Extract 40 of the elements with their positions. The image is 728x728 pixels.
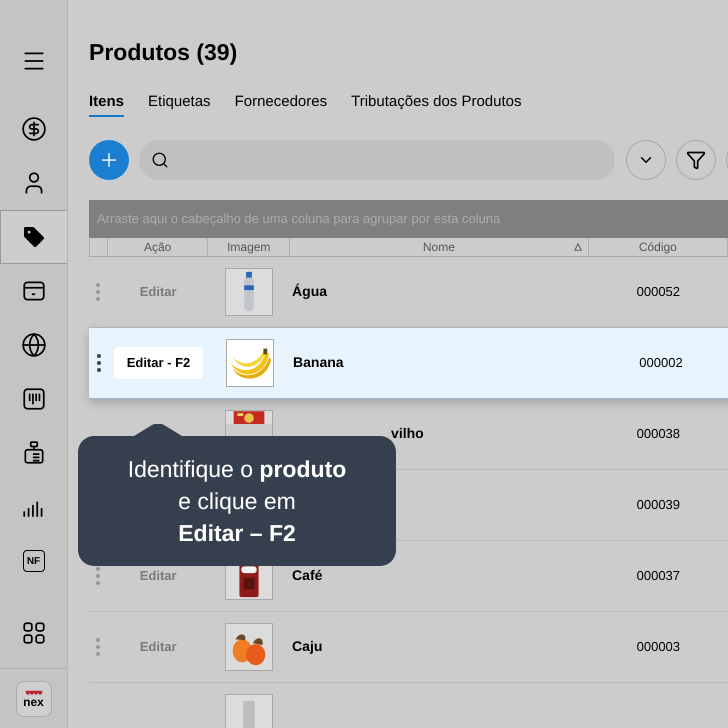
search-icon xyxy=(151,151,169,169)
tab[interactable]: Tributações dos Produtos xyxy=(351,93,522,117)
sidebar-item[interactable] xyxy=(0,210,67,264)
tab[interactable]: Itens xyxy=(89,93,124,117)
dollar-icon xyxy=(20,116,46,142)
edit-button[interactable]: Editar - F2 xyxy=(114,347,204,379)
product-name: Banana xyxy=(293,354,344,370)
add-button[interactable] xyxy=(89,140,129,180)
product-code: 000037 xyxy=(636,568,680,583)
logo-mark-icon xyxy=(24,690,44,696)
sidebar-item[interactable]: NF xyxy=(0,534,67,588)
tab[interactable]: Fornecedores xyxy=(234,93,328,117)
nf-icon: NF xyxy=(22,550,44,572)
product-code: 000052 xyxy=(636,284,680,299)
column-header[interactable]: Imagem xyxy=(208,238,290,256)
logo[interactable]: nex xyxy=(16,680,52,716)
product-code: 000003 xyxy=(636,639,680,654)
product-name: Café xyxy=(292,567,322,583)
product-name: Água xyxy=(292,283,328,299)
column-header[interactable]: Ação xyxy=(108,238,208,256)
globe-icon xyxy=(20,332,46,358)
filter-icon xyxy=(686,150,706,170)
page-title: Produtos (39) xyxy=(89,38,238,66)
product-code: 000038 xyxy=(636,426,680,441)
product-code: 000039 xyxy=(636,497,680,512)
selected-row[interactable]: Editar - F2 Banana 000002 xyxy=(89,328,728,399)
column-header[interactable]: Código xyxy=(588,238,728,256)
product-name: Caju xyxy=(292,638,322,654)
sort-icon xyxy=(574,243,582,251)
product-name: vilho xyxy=(391,425,424,441)
search-field[interactable] xyxy=(139,140,615,180)
logo-text: nex xyxy=(23,696,44,708)
grid-icon xyxy=(20,620,46,646)
column-header[interactable]: Nome xyxy=(290,238,589,256)
tag-icon xyxy=(21,224,47,250)
barcode-icon xyxy=(20,386,46,412)
product-code: 000002 xyxy=(639,355,683,370)
tab[interactable]: Etiquetas xyxy=(148,93,211,117)
more-icon[interactable] xyxy=(96,354,100,372)
filter-button[interactable] xyxy=(676,140,716,180)
